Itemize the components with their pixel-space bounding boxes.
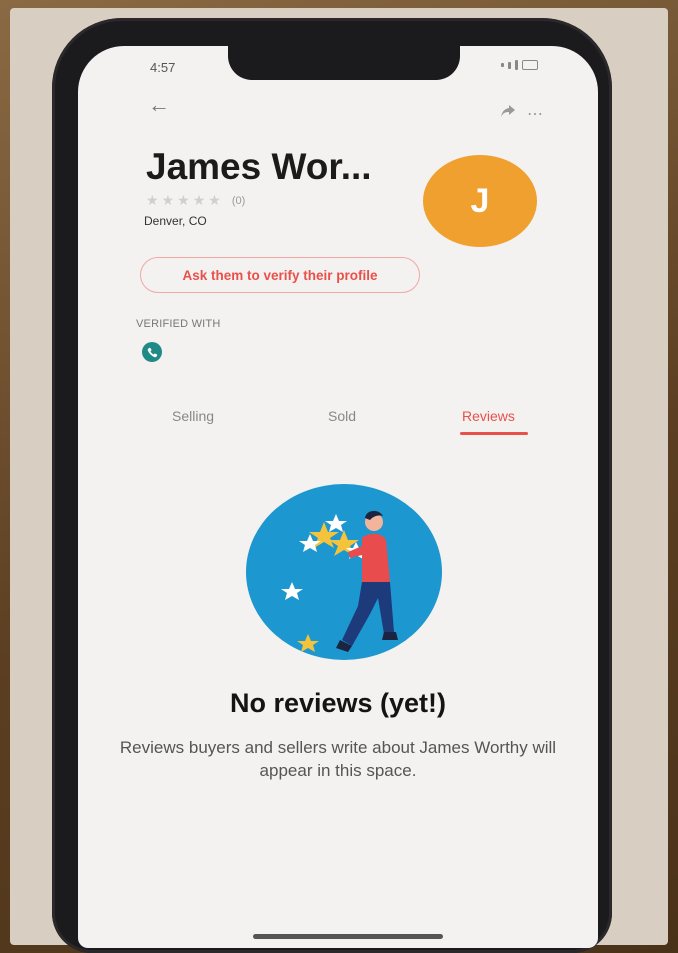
signal-icon bbox=[501, 63, 504, 67]
status-time: 4:57 bbox=[150, 60, 176, 75]
signal-icon bbox=[515, 60, 518, 70]
screen-notch bbox=[228, 46, 460, 80]
battery-icon bbox=[522, 60, 538, 70]
empty-state-description: Reviews buyers and sellers write about J… bbox=[119, 738, 557, 780]
tab-sold[interactable]: Sold bbox=[328, 408, 356, 424]
signal-icon bbox=[508, 61, 511, 69]
rating-count: (0) bbox=[231, 194, 246, 207]
app-screen: 4:57 ← ⋯ James Wor... ★ ★ ★ ★ ★ (0) Denv… bbox=[78, 46, 598, 948]
tab-reviews[interactable]: Reviews bbox=[462, 408, 515, 424]
phone-icon bbox=[147, 347, 157, 357]
share-icon[interactable] bbox=[500, 104, 516, 118]
phone-verified-icon bbox=[142, 342, 162, 362]
verify-profile-button-label: Ask them to verify their profile bbox=[182, 267, 378, 283]
star-icon: ★ bbox=[208, 192, 221, 208]
active-tab-indicator bbox=[460, 432, 528, 435]
verify-profile-button[interactable]: Ask them to verify their profile bbox=[140, 257, 420, 293]
verified-with-label: VERIFIED WITH bbox=[136, 318, 221, 330]
back-arrow-icon[interactable]: ← bbox=[148, 92, 170, 118]
star-icon: ★ bbox=[146, 192, 159, 208]
empty-state-title: No reviews (yet!) bbox=[229, 688, 447, 718]
avatar-initial: J bbox=[470, 181, 490, 220]
profile-location: Denver, CO bbox=[144, 214, 207, 228]
more-icon[interactable]: ⋯ bbox=[527, 104, 543, 124]
no-reviews-illustration bbox=[246, 484, 442, 660]
tab-selling[interactable]: Selling bbox=[172, 408, 214, 424]
star-rating: ★ ★ ★ ★ ★ (0) bbox=[146, 192, 245, 209]
status-icons bbox=[494, 58, 538, 72]
star-icon: ★ bbox=[192, 192, 206, 208]
star-icon: ★ bbox=[177, 192, 190, 208]
avatar[interactable]: J bbox=[423, 155, 537, 247]
home-indicator bbox=[253, 934, 443, 939]
profile-name: James Wor... bbox=[146, 146, 372, 187]
star-icon: ★ bbox=[161, 192, 175, 208]
